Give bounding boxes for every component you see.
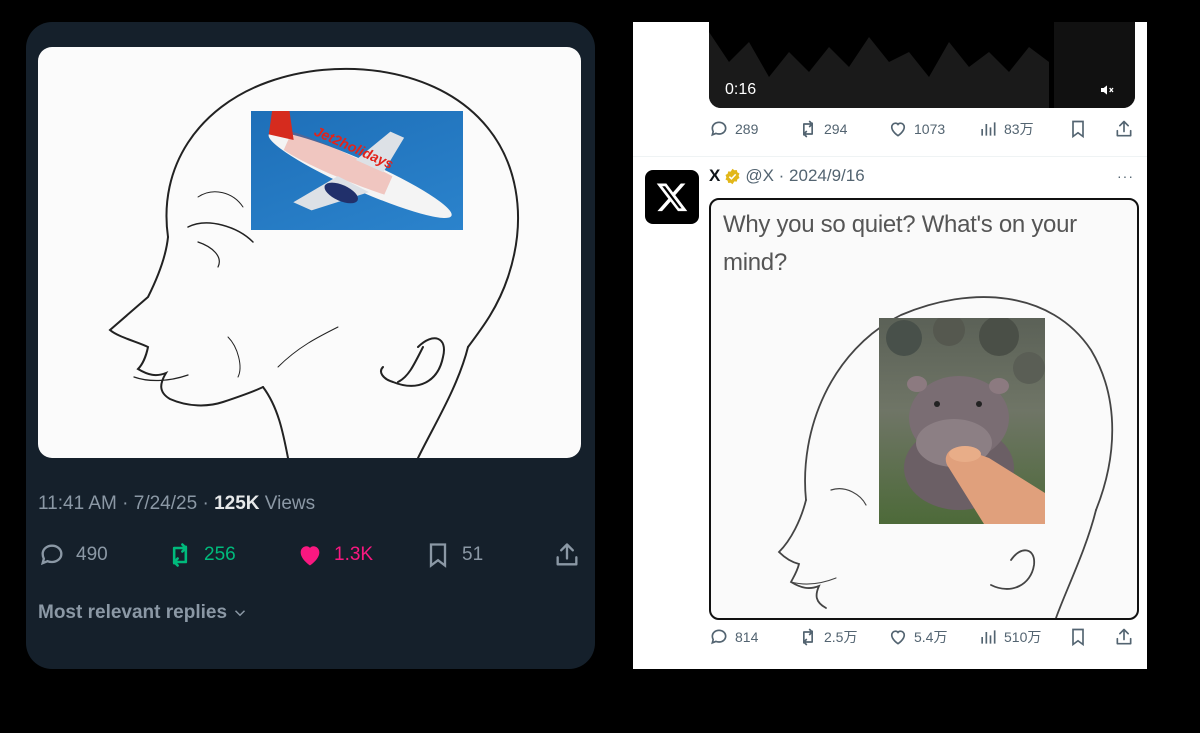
author-handle-date[interactable]: @X · 2024/9/16 [745,166,864,186]
bottom-share-button[interactable] [1114,626,1140,648]
repost-icon [172,543,188,567]
baby-hippo-illustration [886,318,1045,524]
like-count: 1.3K [334,544,374,565]
heart-icon [890,630,906,645]
bottom-like-count: 5.4万 [914,629,948,645]
repost-icon [803,120,813,138]
post-divider [633,156,1147,157]
meme-image[interactable]: Why you so quiet? What's on your mind? [709,198,1139,620]
chevron-down-icon [235,610,246,617]
x-logo-avatar[interactable] [645,170,699,224]
post-time: 11:41 AM [38,493,117,514]
x-logo-icon [656,183,688,212]
top-reply-button[interactable]: 289 [709,118,758,140]
reply-icon [711,629,727,645]
top-share-button[interactable] [1114,118,1140,140]
top-reply-count: 289 [735,121,759,137]
bottom-like-button[interactable]: 5.4万 [888,626,947,648]
views-label: Views [264,493,316,514]
top-views-button[interactable]: 83万 [978,118,1034,140]
top-views-count: 83万 [1004,121,1034,137]
analytics-icon [981,122,996,136]
reply-icon [40,544,63,566]
views-count: 125K [214,493,260,514]
bookmark-icon [429,543,447,568]
repost-icon [803,628,813,646]
share-icon [1116,628,1132,645]
video-player[interactable]: 0:16 [709,22,1135,108]
head-sketch-illustration [108,67,519,458]
more-options-button[interactable]: ··· [1117,168,1134,184]
bottom-views-button[interactable]: 510万 [978,626,1041,648]
volume-muted-icon[interactable] [1099,82,1115,98]
bookmark-icon [1072,628,1084,647]
post-date: 7/24/25 [133,493,198,514]
post-timestamp-line: 11:41 AM · 7/24/25 · 125K Views [38,493,316,514]
share-icon [1116,120,1132,137]
share-icon [556,543,578,566]
top-like-count: 1073 [914,121,946,137]
replies-sort-label: Most relevant replies [38,602,228,623]
reply-count: 490 [76,544,108,565]
repost-button[interactable]: 256 [166,540,236,570]
post-header: X @X · 2024/9/16 [709,166,865,186]
bookmark-icon [1072,120,1084,139]
right-screenshot-panel: 0:16 289 294 1073 83万 X @X · 2024/9/16 ·… [633,22,1147,669]
top-repost-button[interactable]: 294 [798,118,847,140]
heart-filled-icon [300,546,320,566]
repost-count: 256 [204,544,236,565]
replies-sort-dropdown[interactable]: Most relevant replies [38,602,249,624]
heart-icon [890,122,906,137]
bookmark-button[interactable]: 51 [424,540,483,570]
left-post-image[interactable]: Jet2holidays [38,47,581,458]
verified-gold-badge-icon [725,168,740,184]
bottom-repost-count: 2.5万 [824,629,858,645]
video-waveform-graphic [709,22,1135,108]
analytics-icon [981,630,996,644]
video-timestamp: 0:16 [725,81,757,98]
airplane-inset-photo: Jet2holidays [251,111,463,230]
bottom-repost-button[interactable]: 2.5万 [798,626,857,648]
top-repost-count: 294 [824,121,848,137]
bookmark-count: 51 [462,544,484,565]
bottom-reply-count: 814 [735,629,759,645]
share-button[interactable] [553,540,591,570]
reply-button[interactable]: 490 [38,540,108,570]
bottom-views-count: 510万 [1004,629,1042,645]
baby-hippo-inset-photo [879,318,1045,524]
bottom-bookmark-button[interactable] [1068,626,1094,648]
airplane-illustration: Jet2holidays [268,111,452,218]
bottom-reply-button[interactable]: 814 [709,626,758,648]
author-name[interactable]: X [709,166,720,186]
top-like-button[interactable]: 1073 [888,118,945,140]
like-button[interactable]: 1.3K [296,540,373,570]
top-bookmark-button[interactable] [1068,118,1094,140]
reply-icon [711,121,727,137]
